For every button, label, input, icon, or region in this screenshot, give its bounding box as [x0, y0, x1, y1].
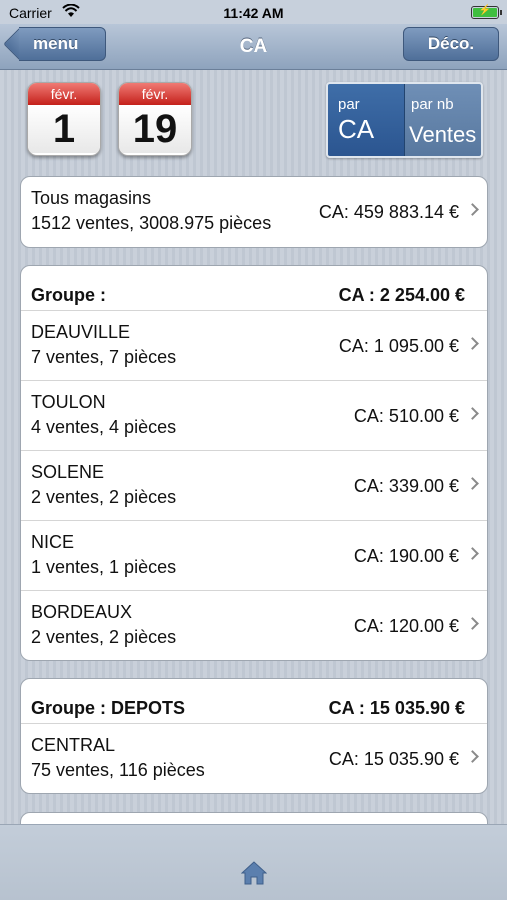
store-name: TOULON [31, 392, 106, 412]
chevron-right-icon [466, 203, 479, 216]
start-date-day: 1 [28, 105, 100, 153]
sort-by-ca-big-label: CA [338, 114, 375, 144]
navigation-bar: menu CA Déco. [0, 24, 507, 70]
status-bar: Carrier 11:42 AM ⚡ [0, 0, 507, 24]
tab-bar [0, 824, 507, 900]
all-stores-details: 1512 ventes, 3008.975 pièces [31, 213, 272, 233]
start-date-month: févr. [28, 83, 100, 105]
store-name: SOLENE [31, 462, 105, 482]
store-row[interactable]: DEAUVILLE 7 ventes, 7 pièces CA: 1 095.0… [21, 310, 487, 380]
end-date-calendar-icon[interactable]: févr. 19 [118, 82, 192, 156]
chevron-right-icon [466, 547, 479, 560]
start-date-calendar-icon[interactable]: févr. 1 [27, 82, 101, 156]
group-header: Groupe : DEPOTS CA : 15 035.90 € [21, 679, 487, 723]
store-ca: CA: 15 035.90 € [328, 749, 459, 769]
sort-by-ca-segment[interactable]: par CA [328, 84, 405, 156]
chevron-right-icon [466, 337, 479, 350]
store-name: NICE [31, 532, 75, 552]
store-name: BORDEAUX [31, 602, 133, 622]
group-card: Groupe : DEPOTS CA : 15 035.90 € CENTRAL… [20, 678, 488, 794]
store-name: DEAUVILLE [31, 322, 131, 342]
chevron-right-icon [466, 750, 479, 763]
store-details: 2 ventes, 2 pièces [31, 627, 177, 647]
group-label: Groupe : [31, 285, 106, 305]
all-stores-row[interactable]: Tous magasins 1512 ventes, 3008.975 pièc… [21, 177, 487, 247]
end-date-day: 19 [119, 105, 191, 153]
store-ca: CA: 510.00 € [353, 406, 459, 426]
all-stores-ca: CA: 459 883.14 € [318, 202, 459, 222]
store-name: CENTRAL [31, 735, 116, 755]
group-label: Groupe : DEPOTS [31, 698, 186, 718]
store-details: 75 ventes, 116 pièces [31, 760, 205, 780]
store-ca: CA: 190.00 € [353, 546, 459, 566]
chevron-right-icon [466, 477, 479, 490]
store-details: 7 ventes, 7 pièces [31, 347, 177, 367]
store-ca: CA: 120.00 € [353, 616, 459, 636]
group-header: Groupe : CA : 2 254.00 € [21, 266, 487, 310]
logout-button[interactable]: Déco. [403, 27, 499, 61]
store-row[interactable]: BORDEAUX 2 ventes, 2 pièces CA: 120.00 € [21, 590, 487, 660]
store-row[interactable]: NICE 1 ventes, 1 pièces CA: 190.00 € [21, 520, 487, 590]
store-row[interactable]: SOLENE 2 ventes, 2 pièces CA: 339.00 € [21, 450, 487, 520]
store-details: 1 ventes, 1 pièces [31, 557, 177, 577]
store-ca: CA: 1 095.00 € [338, 336, 459, 356]
store-row[interactable]: TOULON 4 ventes, 4 pièces CA: 510.00 € [21, 380, 487, 450]
group-card: Groupe : CA : 2 254.00 € DEAUVILLE 7 ven… [20, 265, 488, 661]
store-ca: CA: 339.00 € [353, 476, 459, 496]
sort-by-ca-small-label: par [338, 96, 360, 113]
sort-segmented-control: par CA par nb Ventes [326, 82, 483, 158]
chevron-right-icon [466, 617, 479, 630]
group-ca: CA : 2 254.00 € [338, 285, 465, 305]
sort-by-sales-segment[interactable]: par nb Ventes [405, 84, 481, 156]
clock: 11:42 AM [223, 5, 284, 21]
battery-icon: ⚡ [471, 5, 502, 19]
chevron-right-icon [466, 407, 479, 420]
all-stores-card: Tous magasins 1512 ventes, 3008.975 pièc… [20, 176, 488, 248]
end-date-month: févr. [119, 83, 191, 105]
home-icon[interactable] [240, 861, 268, 885]
store-details: 4 ventes, 4 pièces [31, 417, 177, 437]
sort-by-sales-big-label: Ventes [409, 122, 477, 147]
store-details: 2 ventes, 2 pièces [31, 487, 177, 507]
group-ca: CA : 15 035.90 € [328, 698, 465, 718]
store-row[interactable]: CENTRAL 75 ventes, 116 pièces CA: 15 035… [21, 723, 487, 793]
sort-by-sales-small-label: par nb [411, 96, 454, 113]
all-stores-name: Tous magasins [31, 188, 152, 208]
